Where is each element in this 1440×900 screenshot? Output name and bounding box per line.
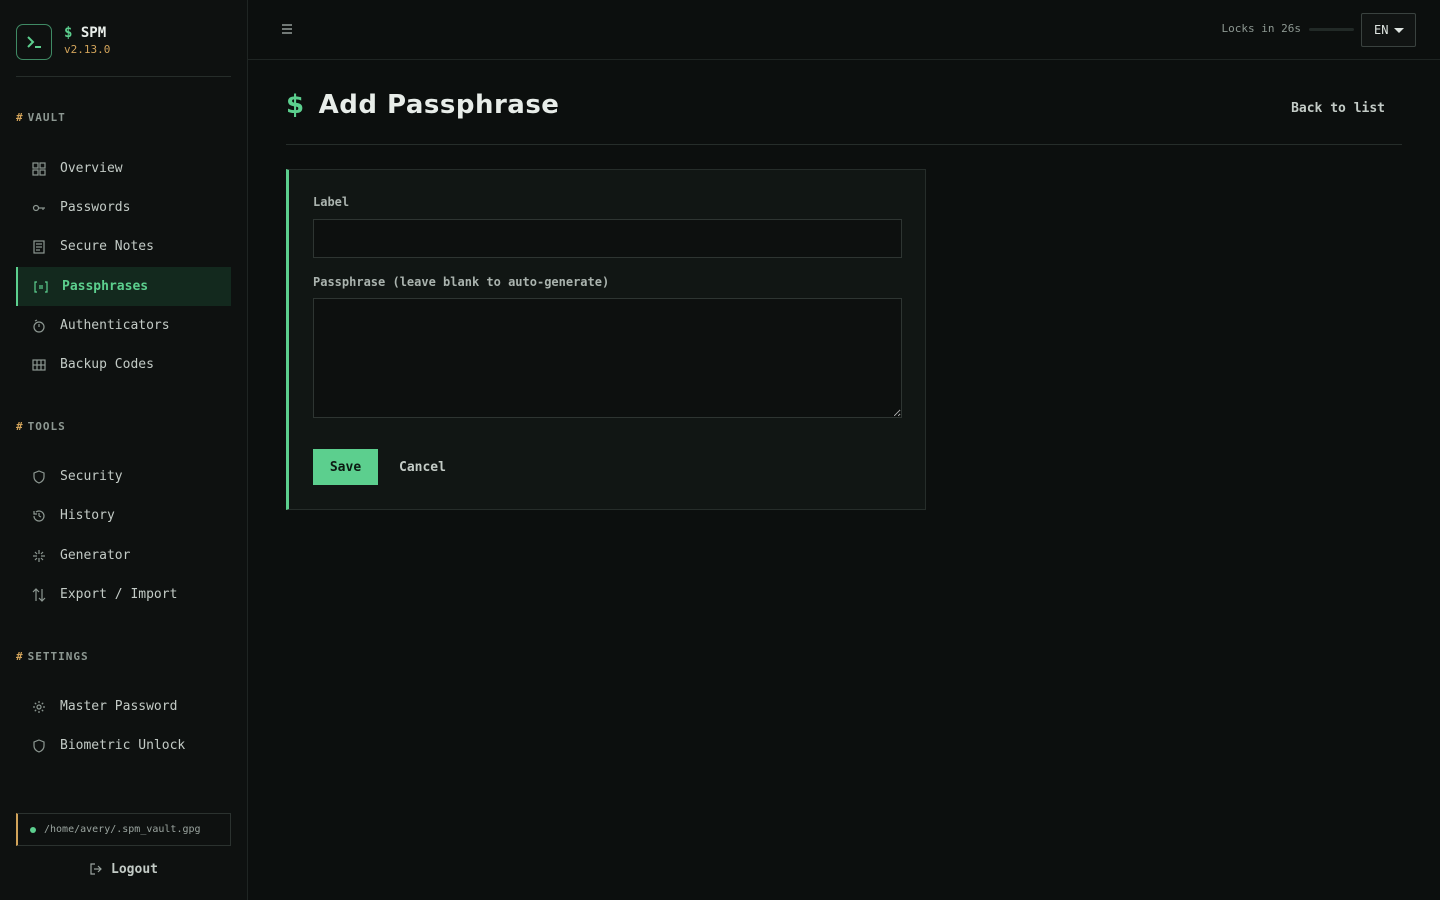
sparkle-icon <box>32 549 46 563</box>
grid-icon <box>32 161 46 176</box>
add-passphrase-form: Label Passphrase (leave blank to auto-ge… <box>286 169 926 510</box>
sidebar-item-backup-codes[interactable]: Backup Codes <box>16 345 231 384</box>
lock-timer-text: Locks in 26s <box>1221 22 1301 35</box>
section-settings-label: SETTINGS <box>27 650 89 663</box>
status-dot-icon <box>30 826 36 833</box>
section-settings: # SETTINGS <box>16 650 89 663</box>
lock-progress-bar <box>1309 28 1354 31</box>
sidebar-item-label: Secure Notes <box>60 239 154 254</box>
sidebar-item-label: Overview <box>60 161 123 176</box>
brackets-icon <box>34 280 48 294</box>
sidebar-item-generator[interactable]: Generator <box>16 536 231 575</box>
arrows-updown-icon <box>32 587 46 602</box>
logout-label: Logout <box>111 861 158 877</box>
sidebar-item-label: Authenticators <box>60 318 170 333</box>
vault-path-badge: /home/avery/.spm_vault.gpg <box>16 813 231 846</box>
sidebar-item-label: Master Password <box>60 699 178 714</box>
logout-icon <box>89 862 103 876</box>
cancel-button[interactable]: Cancel <box>399 449 446 485</box>
logout-button[interactable]: Logout <box>16 858 231 880</box>
sidebar-item-label: Security <box>60 469 123 484</box>
save-button[interactable]: Save <box>313 449 378 485</box>
sidebar-item-label: Passphrases <box>62 279 149 294</box>
chevron-down-icon <box>1394 28 1404 33</box>
sidebar-item-label: Biometric Unlock <box>60 738 186 753</box>
section-vault-label: VAULT <box>27 111 66 124</box>
brand-name: $ SPM <box>64 25 106 41</box>
note-icon <box>32 239 46 254</box>
section-hash: # <box>16 650 24 663</box>
sidebar-item-history[interactable]: History <box>16 496 231 535</box>
divider <box>286 144 1402 145</box>
vault-path-text: /home/avery/.spm_vault.gpg <box>44 824 201 835</box>
sidebar-item-biometric-unlock[interactable]: Biometric Unlock <box>16 726 231 765</box>
sidebar-item-label: Passwords <box>60 200 131 215</box>
sidebar-item-overview[interactable]: Overview <box>16 149 231 188</box>
section-tools: # TOOLS <box>16 420 66 433</box>
section-tools-label: TOOLS <box>27 420 66 433</box>
topbar: Locks in 26s EN <box>248 0 1440 60</box>
hamburger-menu-icon[interactable] <box>280 22 294 36</box>
passphrase-textarea[interactable] <box>313 298 902 418</box>
sidebar-item-label: Generator <box>60 548 131 563</box>
gear-icon <box>32 700 46 714</box>
brand-name-text: SPM <box>80 25 107 41</box>
sidebar-item-label: Export / Import <box>60 587 178 602</box>
section-hash: # <box>16 111 24 124</box>
sidebar-item-security[interactable]: Security <box>16 457 231 496</box>
sidebar-item-authenticators[interactable]: Authenticators <box>16 306 231 345</box>
back-to-list-link[interactable]: Back to list <box>1291 101 1385 116</box>
table-icon <box>32 358 46 372</box>
terminal-logo-icon <box>16 24 52 60</box>
title-prompt: $ <box>286 90 305 120</box>
language-value: EN <box>1374 23 1389 37</box>
label-field-label: Label <box>313 195 350 209</box>
sidebar-item-export-import[interactable]: Export / Import <box>16 575 231 614</box>
shield-icon <box>32 469 46 484</box>
sidebar-item-secure-notes[interactable]: Secure Notes <box>16 227 231 266</box>
key-icon <box>32 201 46 215</box>
sidebar-item-label: Backup Codes <box>60 357 154 372</box>
sidebar-item-label: History <box>60 508 115 523</box>
sidebar-item-passphrases[interactable]: Passphrases <box>16 267 231 306</box>
clock-icon <box>32 318 46 333</box>
shield-icon <box>32 738 46 753</box>
page-title: $ Add Passphrase <box>286 90 559 120</box>
sidebar: $ SPM v2.13.0 # VAULT Overview Passwords … <box>0 0 248 900</box>
brand: $ SPM v2.13.0 <box>16 24 231 77</box>
label-input[interactable] <box>313 219 902 258</box>
sidebar-item-master-password[interactable]: Master Password <box>16 687 231 726</box>
language-select[interactable]: EN <box>1361 13 1416 47</box>
sidebar-item-passwords[interactable]: Passwords <box>16 188 231 227</box>
brand-prompt: $ <box>64 25 73 41</box>
passphrase-field-label: Passphrase (leave blank to auto-generate… <box>313 275 610 289</box>
history-icon <box>32 509 46 523</box>
brand-version: v2.13.0 <box>64 43 111 56</box>
section-vault: # VAULT <box>16 111 66 124</box>
section-hash: # <box>16 420 24 433</box>
page-title-text: Add Passphrase <box>318 90 560 120</box>
